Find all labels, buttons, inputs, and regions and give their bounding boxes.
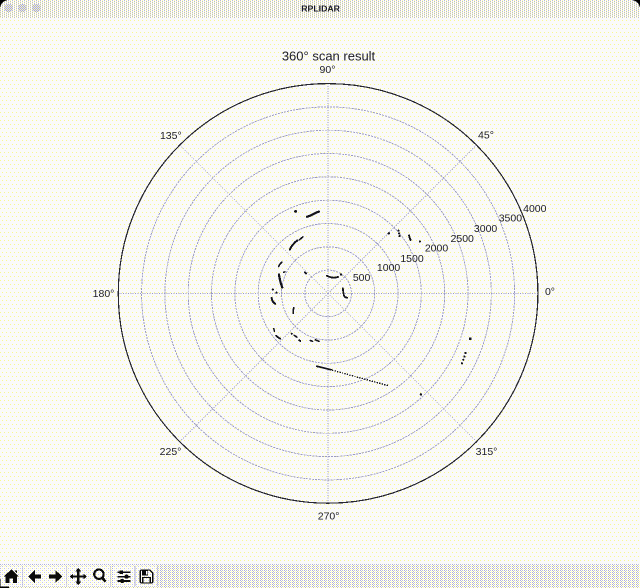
svg-text:RPLIDAR: RPLIDAR [301,3,340,13]
svg-text:180°: 180° [93,288,115,300]
svg-text:1000: 1000 [377,262,401,274]
svg-text:225°: 225° [160,446,182,458]
svg-text:1500: 1500 [400,253,424,265]
svg-text:135°: 135° [160,130,182,142]
svg-text:0°: 0° [545,286,555,298]
svg-text:45°: 45° [478,130,494,142]
svg-text:3500: 3500 [499,212,523,224]
svg-text:315°: 315° [476,446,498,458]
svg-text:270°: 270° [318,511,340,523]
svg-text:2500: 2500 [451,233,475,245]
svg-text:3000: 3000 [474,223,498,235]
svg-text:2000: 2000 [425,243,449,255]
svg-text:4000: 4000 [523,203,547,215]
svg-text:360° scan result: 360° scan result [282,49,376,64]
svg-text:90°: 90° [320,64,336,76]
svg-text:500: 500 [353,272,371,284]
